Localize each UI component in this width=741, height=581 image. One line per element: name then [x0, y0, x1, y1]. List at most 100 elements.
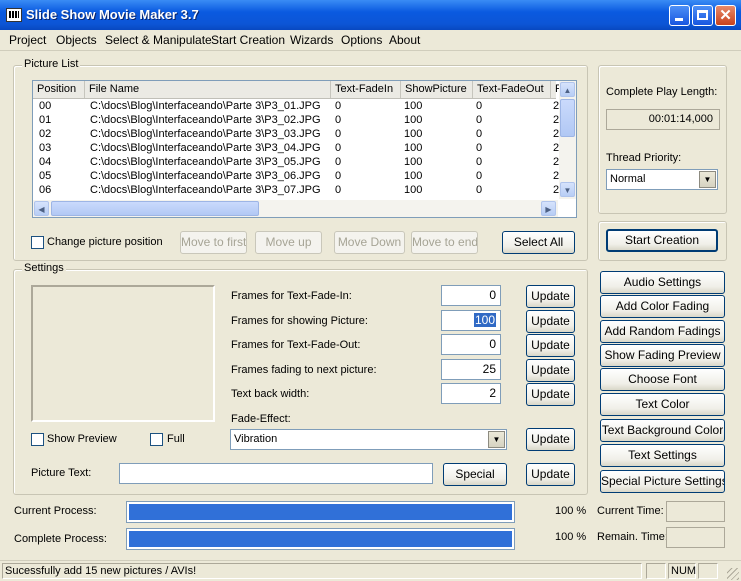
update-fade-out-button[interactable]: Update: [526, 334, 575, 357]
cell-fadein: 0: [335, 100, 342, 112]
fade-effect-select[interactable]: Vibration ▼: [230, 429, 507, 450]
text-back-width-input[interactable]: 2: [441, 383, 501, 404]
horizontal-scroll-thumb[interactable]: [51, 201, 259, 216]
add-color-fading-button[interactable]: Add Color Fading: [600, 295, 725, 318]
text-settings-button[interactable]: Text Settings: [600, 444, 725, 467]
menu-wizards[interactable]: Wizards: [290, 33, 333, 47]
select-all-button[interactable]: Select All: [502, 231, 575, 254]
vertical-scroll-thumb[interactable]: [560, 99, 575, 137]
cell-fadeout: 0: [476, 184, 483, 196]
text-background-color-button[interactable]: Text Background Color: [600, 419, 725, 442]
cell-show: 100: [404, 142, 423, 154]
add-random-fadings-button[interactable]: Add Random Fadings: [600, 320, 725, 343]
menu-objects[interactable]: Objects: [56, 33, 97, 47]
move-down-button[interactable]: Move Down: [334, 231, 405, 254]
cell-fadein: 0: [335, 114, 342, 126]
special-picture-settings-button[interactable]: Special Picture Settings: [600, 470, 725, 493]
play-length-label: Complete Play Length:: [606, 86, 718, 98]
resize-grip-icon[interactable]: [727, 568, 739, 580]
show-picture-label: Frames for showing Picture:: [231, 315, 368, 327]
full-checkbox[interactable]: [150, 433, 163, 446]
table-row[interactable]: 04 C:\docs\Blog\Interfaceando\Parte 3\P3…: [33, 155, 559, 169]
scroll-left-icon[interactable]: ◀: [34, 201, 49, 216]
full-label: Full: [167, 433, 185, 445]
cell-fadeout: 0: [476, 100, 483, 112]
show-picture-frames-input[interactable]: 100: [441, 310, 501, 331]
fade-in-label: Frames for Text-Fade-In:: [231, 290, 352, 302]
move-up-button[interactable]: Move up: [255, 231, 322, 254]
remain-time-label: Remain. Time:: [597, 531, 668, 543]
menu-select-manipulate[interactable]: Select & Manipulate: [105, 33, 212, 47]
col-position[interactable]: Position: [33, 81, 85, 98]
show-preview-label: Show Preview: [47, 433, 117, 445]
scroll-right-icon[interactable]: ▶: [541, 201, 556, 216]
col-text-fadeout[interactable]: Text-FadeOut: [473, 81, 551, 98]
update-show-picture-button[interactable]: Update: [526, 310, 575, 333]
picture-list-view[interactable]: Position File Name Text-FadeIn ShowPictu…: [32, 80, 577, 218]
chevron-down-icon[interactable]: ▼: [488, 431, 505, 448]
table-row[interactable]: 06 C:\docs\Blog\Interfaceando\Parte 3\P3…: [33, 183, 559, 197]
current-time-label: Current Time:: [597, 505, 664, 517]
fading-next-frames-input[interactable]: 25: [441, 359, 501, 380]
fade-out-frames-input[interactable]: 0: [441, 334, 501, 355]
cell-fadein: 0: [335, 184, 342, 196]
cell-show: 100: [404, 184, 423, 196]
cell-file: C:\docs\Blog\Interfaceando\Parte 3\P3_04…: [90, 142, 321, 154]
complete-process-label: Complete Process:: [14, 533, 107, 545]
picture-list-legend: Picture List: [22, 58, 81, 70]
table-row[interactable]: 02 C:\docs\Blog\Interfaceando\Parte 3\P3…: [33, 127, 559, 141]
title-bar[interactable]: Slide Show Movie Maker 3.7 ✕: [0, 0, 741, 30]
start-creation-button[interactable]: Start Creation: [606, 229, 718, 252]
status-num: NUM: [668, 563, 696, 579]
special-button[interactable]: Special: [443, 463, 507, 486]
table-row[interactable]: 01 C:\docs\Blog\Interfaceando\Parte 3\P3…: [33, 113, 559, 127]
table-row[interactable]: 03 C:\docs\Blog\Interfaceando\Parte 3\P3…: [33, 141, 559, 155]
show-fading-preview-button[interactable]: Show Fading Preview: [600, 344, 725, 367]
update-picture-text-button[interactable]: Update: [526, 463, 575, 486]
picture-text-label: Picture Text:: [31, 467, 92, 479]
scroll-up-icon[interactable]: ▲: [560, 82, 575, 97]
thread-priority-select[interactable]: Normal ▼: [606, 169, 718, 190]
menu-start-creation[interactable]: Start Creation: [211, 33, 285, 47]
vertical-scrollbar[interactable]: ▲ ▼: [559, 81, 576, 199]
choose-font-button[interactable]: Choose Font: [600, 368, 725, 391]
picture-text-input[interactable]: [119, 463, 433, 484]
close-button[interactable]: ✕: [715, 5, 736, 26]
cell-position: 02: [39, 128, 52, 140]
current-process-label: Current Process:: [14, 505, 97, 517]
cell-show: 100: [404, 128, 423, 140]
menu-project[interactable]: Project: [9, 33, 46, 47]
col-text-fadein[interactable]: Text-FadeIn: [331, 81, 401, 98]
update-fade-in-button[interactable]: Update: [526, 285, 575, 308]
audio-settings-button[interactable]: Audio Settings: [600, 271, 725, 294]
cell-file: C:\docs\Blog\Interfaceando\Parte 3\P3_06…: [90, 170, 321, 182]
col-file-name[interactable]: File Name: [85, 81, 331, 98]
menu-bar: Project Objects Select & Manipulate Star…: [0, 30, 741, 51]
fade-in-frames-input[interactable]: 0: [441, 285, 501, 306]
change-position-checkbox[interactable]: [31, 236, 44, 249]
text-color-button[interactable]: Text Color: [600, 393, 725, 416]
col-show-picture[interactable]: ShowPicture: [401, 81, 473, 98]
cell-position: 05: [39, 170, 52, 182]
table-row[interactable]: 05 C:\docs\Blog\Interfaceando\Parte 3\P3…: [33, 169, 559, 183]
menu-options[interactable]: Options: [341, 33, 382, 47]
move-to-end-button[interactable]: Move to end: [411, 231, 478, 254]
cell-position: 01: [39, 114, 52, 126]
update-fading-next-button[interactable]: Update: [526, 359, 575, 382]
current-process-fill: [129, 504, 512, 520]
chevron-down-icon[interactable]: ▼: [699, 171, 716, 188]
maximize-button[interactable]: [692, 5, 713, 26]
menu-about[interactable]: About: [389, 33, 420, 47]
move-to-first-button[interactable]: Move to first: [180, 231, 247, 254]
scroll-down-icon[interactable]: ▼: [560, 182, 575, 197]
update-text-back-width-button[interactable]: Update: [526, 383, 575, 406]
show-preview-checkbox[interactable]: [31, 433, 44, 446]
cell-fadein: 0: [335, 142, 342, 154]
horizontal-scrollbar[interactable]: ◀ ▶: [33, 200, 558, 217]
minimize-button[interactable]: [669, 5, 690, 26]
thread-priority-label: Thread Priority:: [606, 152, 682, 164]
update-fade-effect-button[interactable]: Update: [526, 428, 575, 451]
thread-priority-value: Normal: [610, 173, 646, 185]
cell-fadein: 0: [335, 128, 342, 140]
table-row[interactable]: 00 C:\docs\Blog\Interfaceando\Parte 3\P3…: [33, 99, 559, 113]
